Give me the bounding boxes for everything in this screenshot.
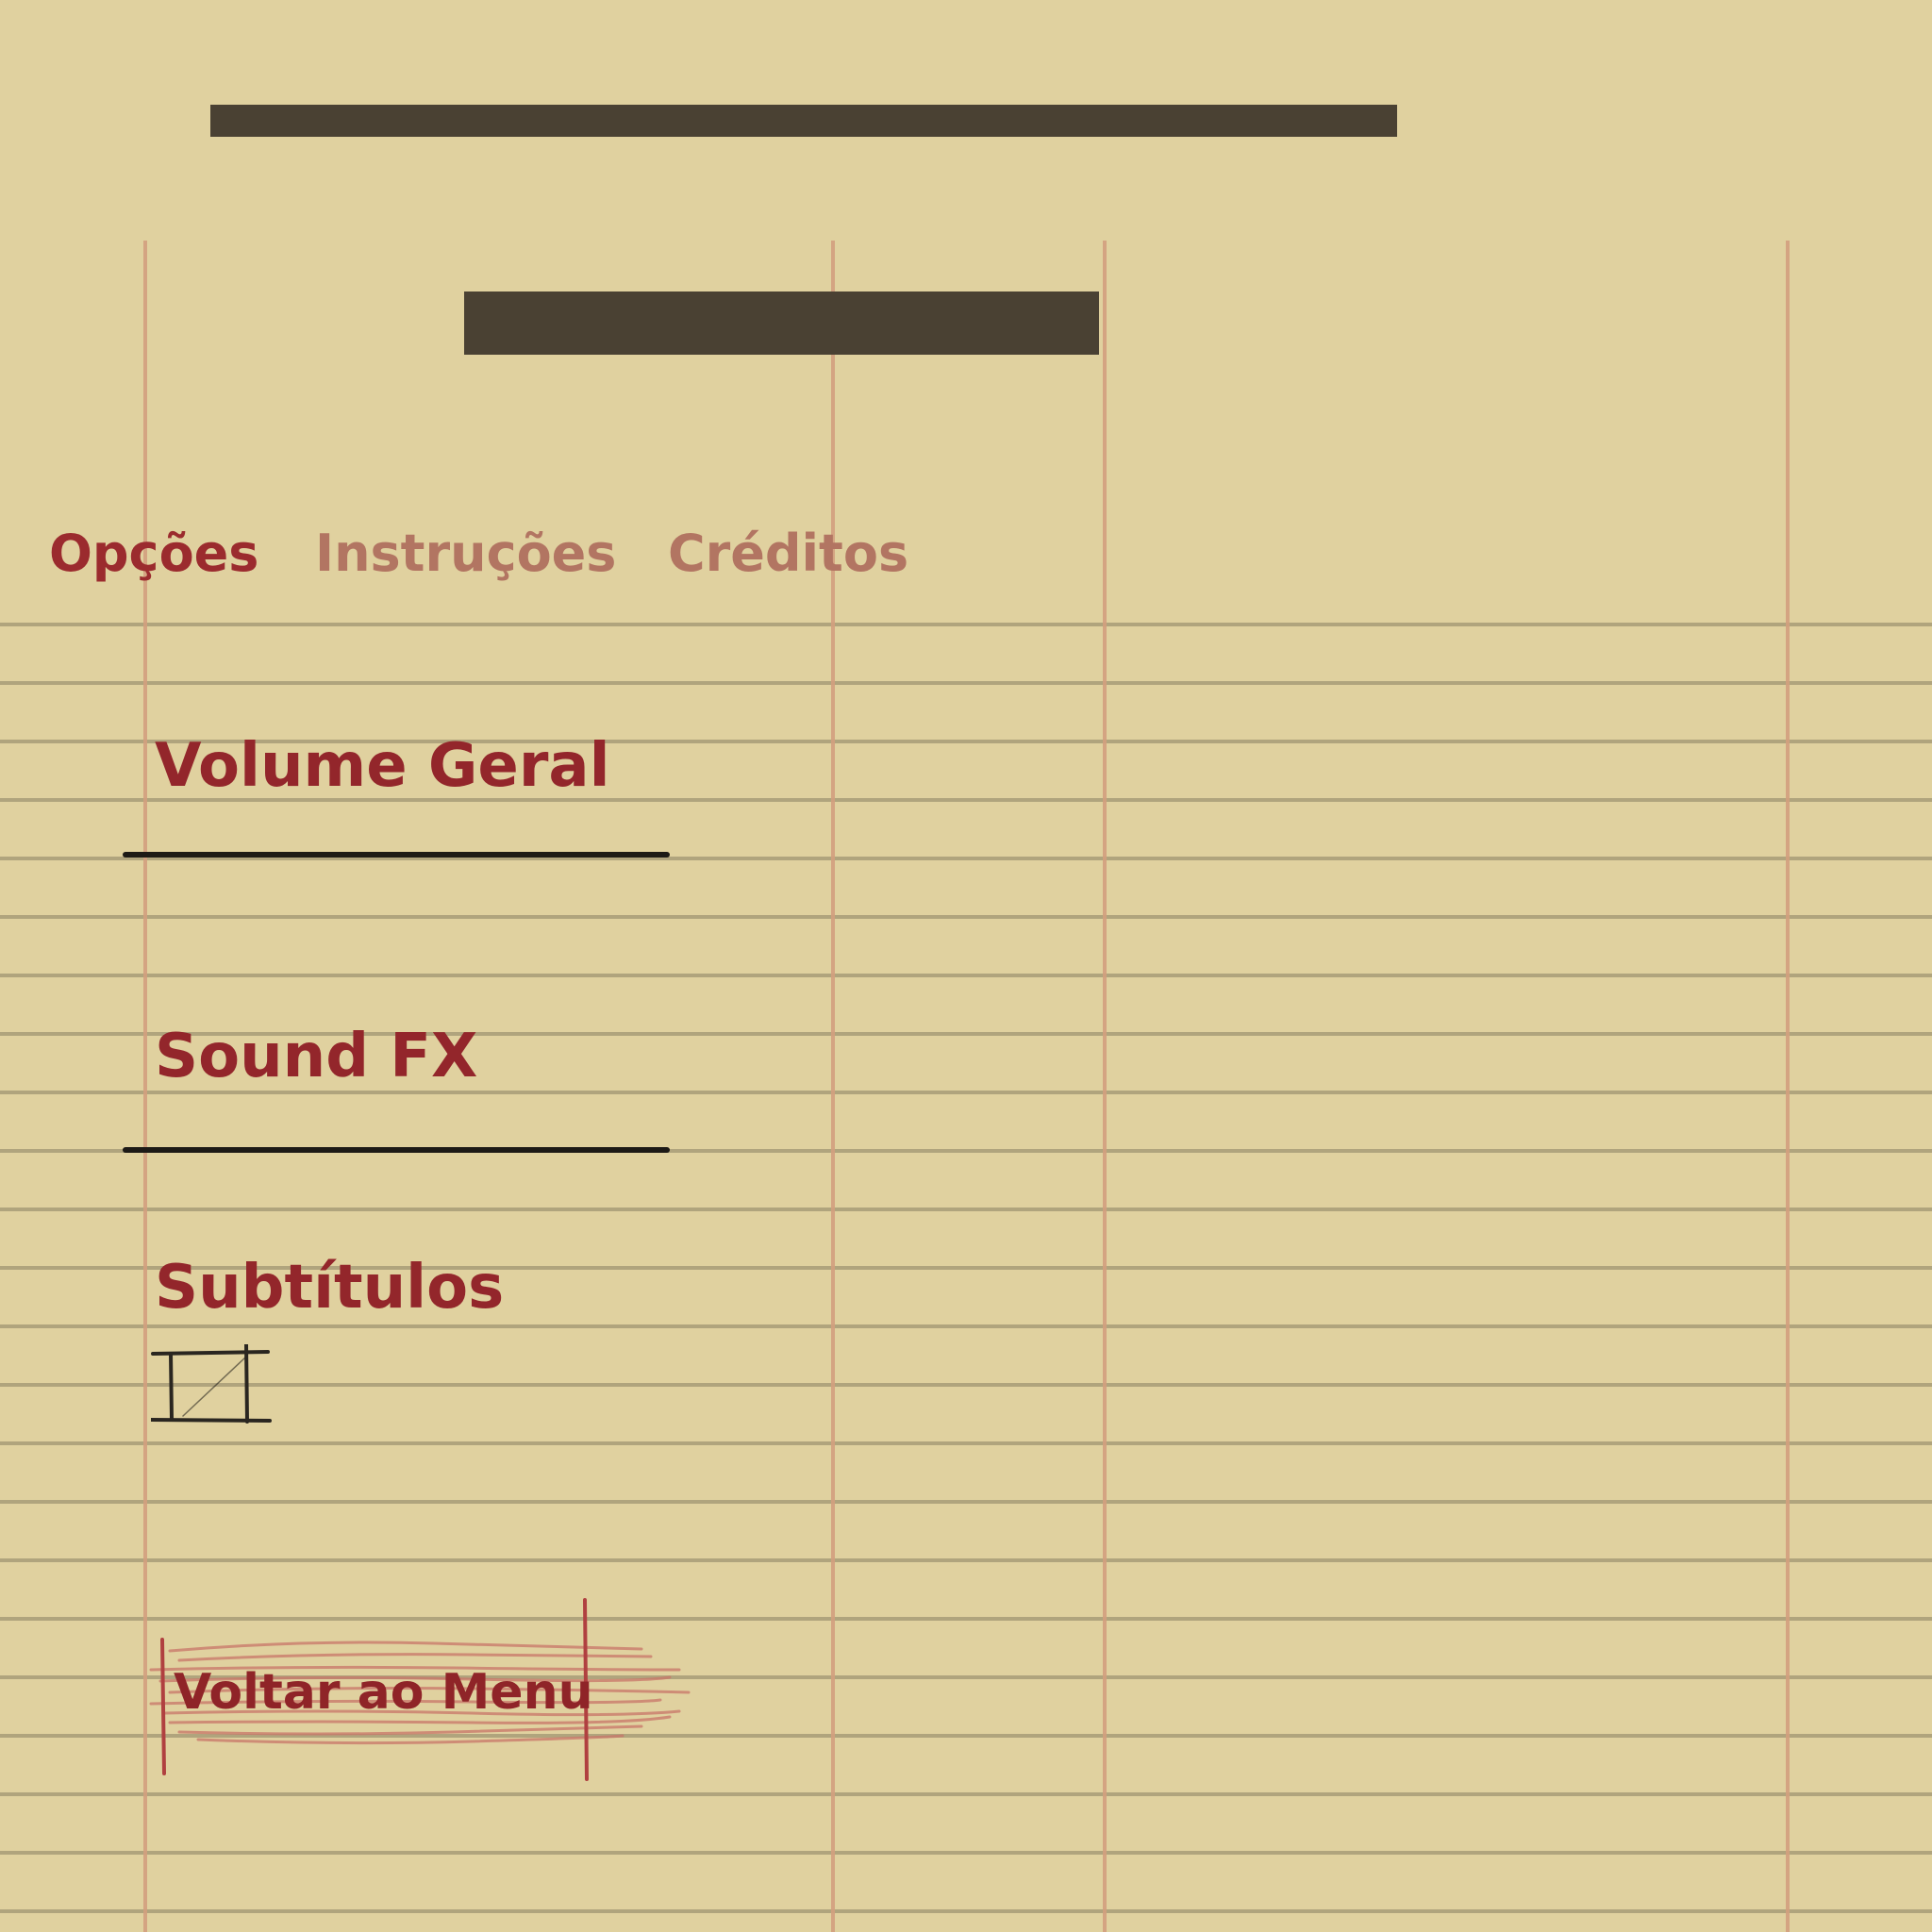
sketch-checkbox-icon [149,1342,272,1424]
sound-fx-label: Sound FX [155,1022,478,1091]
volume-label: Volume Geral [155,731,610,801]
sound-fx-slider[interactable] [123,1147,670,1153]
tab-instrucoes[interactable]: Instruções [315,524,616,583]
tab-creditos[interactable]: Créditos [668,524,908,583]
subtitles-checkbox[interactable] [149,1342,274,1424]
volume-slider[interactable] [123,852,670,858]
redacted-title-bar [210,105,1397,137]
back-to-menu-label: Voltar ao Menu [174,1664,593,1721]
redacted-subtitle-bar [464,291,1099,355]
back-to-menu-button[interactable]: Voltar ao Menu [113,1594,717,1783]
subtitles-label: Subtítulos [155,1253,505,1323]
tab-opcoes[interactable]: Opções [49,524,258,583]
